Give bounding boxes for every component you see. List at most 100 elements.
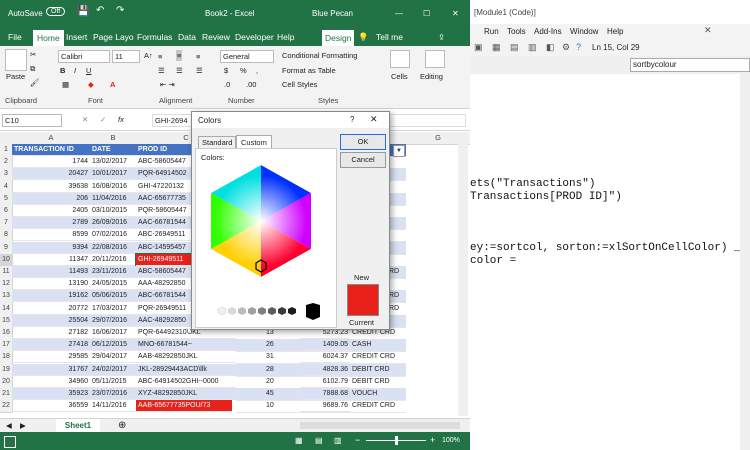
zoom-in-icon[interactable]: + (430, 435, 435, 445)
grow-font-icon[interactable]: A↑ (144, 51, 153, 60)
cell-transaction-id[interactable]: 13190 (12, 278, 90, 291)
cell-qty[interactable]: 26 (266, 339, 286, 353)
macro-record-icon[interactable] (4, 436, 16, 448)
conditional-formatting-button[interactable]: Conditional Formatting (282, 51, 357, 60)
align-bottom-icon[interactable]: ≡ (196, 52, 200, 61)
undo-icon[interactable]: ↶ (96, 5, 104, 16)
cell-transaction-id[interactable]: 8599 (12, 229, 90, 242)
menu-run[interactable]: Run (484, 27, 499, 36)
cell-date[interactable]: 16/08/2016 (90, 181, 136, 193)
bold-icon[interactable]: B (60, 66, 65, 75)
close-window-icon[interactable]: ✕ (452, 9, 459, 18)
tab-review[interactable]: Review (202, 32, 230, 42)
cell-transaction-id[interactable]: 9394 (12, 241, 90, 254)
cell-amount[interactable]: 6024.37 (300, 351, 350, 364)
code-scrollbar[interactable] (740, 74, 750, 450)
tab-design[interactable]: Design (322, 30, 355, 46)
cell-date[interactable]: 07/02/2016 (90, 229, 136, 242)
zoom-out-icon[interactable]: − (355, 435, 360, 445)
tab-help[interactable]: Help (277, 32, 294, 42)
cell-transaction-id[interactable]: 19162 (12, 290, 90, 303)
close-code-window-icon[interactable]: ✕ (704, 25, 712, 36)
name-box[interactable]: C10 (2, 114, 62, 127)
cell-payment[interactable]: DEBIT CRD (352, 363, 404, 377)
borders-icon[interactable]: ▦ (62, 80, 69, 89)
tab-data[interactable]: Data (178, 32, 196, 42)
cells-button[interactable]: Cells (391, 72, 408, 81)
color-honeycomb[interactable] (196, 161, 336, 301)
editing-icon[interactable] (425, 50, 445, 68)
cell-amount[interactable]: 4828.36 (300, 363, 350, 376)
increase-decimal-icon[interactable]: .0 (224, 80, 230, 89)
cell-qty[interactable]: 31 (266, 351, 286, 365)
cell-amount[interactable]: 9689.76 (300, 400, 350, 413)
cell-payment-partial[interactable]: RD (389, 303, 405, 316)
tab-developer[interactable]: Developer (235, 32, 274, 42)
page-break-view-icon[interactable]: ▥ (334, 436, 342, 445)
redo-icon[interactable]: ↷ (116, 5, 124, 16)
cell-payment[interactable]: CASH (352, 339, 404, 353)
cell-date[interactable]: 22/08/2016 (90, 241, 136, 254)
table-header-date[interactable]: DATE (90, 144, 136, 156)
tab-formulas[interactable]: Formulas (137, 32, 172, 42)
cells-icon[interactable] (390, 50, 410, 68)
dialog-help-button[interactable]: ? (350, 115, 354, 124)
menu-window[interactable]: Window (570, 27, 598, 36)
cell-date[interactable]: 20/11/2016 (90, 254, 136, 266)
percent-icon[interactable]: % (240, 66, 247, 75)
menu-help[interactable]: Help (607, 27, 623, 36)
cell-transaction-id[interactable]: 11493 (12, 266, 90, 278)
normal-view-icon[interactable]: ▦ (295, 436, 303, 445)
cell-date[interactable]: 06/12/2015 (90, 339, 136, 352)
share-icon[interactable]: ⇪ (438, 32, 445, 43)
add-sheet-icon[interactable]: ⊕ (118, 420, 126, 431)
cell-transaction-id[interactable]: 29585 (12, 351, 90, 364)
currency-icon[interactable]: $ (224, 66, 228, 75)
cell-transaction-id[interactable]: 2405 (12, 205, 90, 217)
cell-payment-partial[interactable]: RD (389, 266, 405, 279)
cell-transaction-id[interactable]: 39638 (12, 181, 90, 193)
maximize-icon[interactable]: ☐ (423, 9, 430, 18)
next-sheet-icon[interactable]: ▶ (20, 421, 26, 430)
format-as-table-button[interactable]: Format as Table (282, 66, 336, 75)
cell-payment[interactable]: CREDIT CRD (352, 351, 404, 365)
cell-date[interactable]: 03/10/2015 (90, 205, 136, 217)
cell-qty[interactable]: 10 (266, 400, 286, 414)
cell-transaction-id[interactable]: 25504 (12, 314, 90, 327)
cell-transaction-id[interactable]: 20772 (12, 303, 90, 315)
menu-add-ins[interactable]: Add-Ins (534, 27, 562, 36)
paste-icon[interactable] (5, 49, 27, 71)
autosave-toggle[interactable]: Off (46, 7, 66, 16)
ok-button[interactable]: OK (340, 134, 386, 150)
vba-code-pane[interactable]: ets("Transactions") Transactions[PROD ID… (470, 74, 750, 450)
cell-qty[interactable]: 45 (266, 388, 286, 401)
font-color-icon[interactable]: A (110, 80, 115, 89)
cell-payment[interactable]: VOUCH (352, 388, 404, 401)
editing-button[interactable]: Editing (420, 72, 443, 81)
cell-transaction-id[interactable]: 36559 (12, 400, 90, 413)
cell-amount[interactable]: 6102.79 (300, 376, 350, 388)
cell-transaction-id[interactable]: 20427 (12, 168, 90, 181)
tab-home[interactable]: Home (33, 30, 64, 46)
cell-date[interactable]: 24/02/2017 (90, 363, 136, 376)
procedure-select[interactable]: sortbycolour (630, 58, 750, 72)
cut-icon[interactable]: ✂ (30, 50, 36, 59)
toolbar-icon-2[interactable]: ▦ (492, 42, 501, 53)
cell-prod-id[interactable]: XYZ-48292850JKL (136, 388, 236, 400)
vertical-scrollbar[interactable] (458, 144, 468, 416)
cell-transaction-id[interactable]: 2789 (12, 217, 90, 230)
code-line[interactable]: Transactions[PROD ID]") (470, 191, 622, 203)
cell-date[interactable]: 05/06/2015 (90, 290, 136, 303)
cell-payment[interactable]: DEBIT CRD (352, 376, 404, 389)
cell-date[interactable]: 29/04/2017 (90, 351, 136, 364)
cell-transaction-id[interactable]: 1744 (12, 156, 90, 169)
toolbar-icon-5[interactable]: ◧ (546, 42, 555, 53)
cell-date[interactable]: 23/07/2016 (90, 388, 136, 400)
cell-date[interactable]: 10/01/2017 (90, 168, 136, 181)
decrease-decimal-icon[interactable]: .00 (246, 80, 256, 89)
toolbar-icon-1[interactable]: ▣ (474, 42, 483, 53)
cell-prod-id[interactable]: MNO-66781544~ (136, 339, 236, 352)
font-name-select[interactable]: Calibri (58, 50, 110, 63)
code-line[interactable]: ey:=sortcol, sorton:=xlSortOnCellColor) … (470, 242, 741, 254)
page-layout-view-icon[interactable]: ▤ (315, 436, 323, 445)
